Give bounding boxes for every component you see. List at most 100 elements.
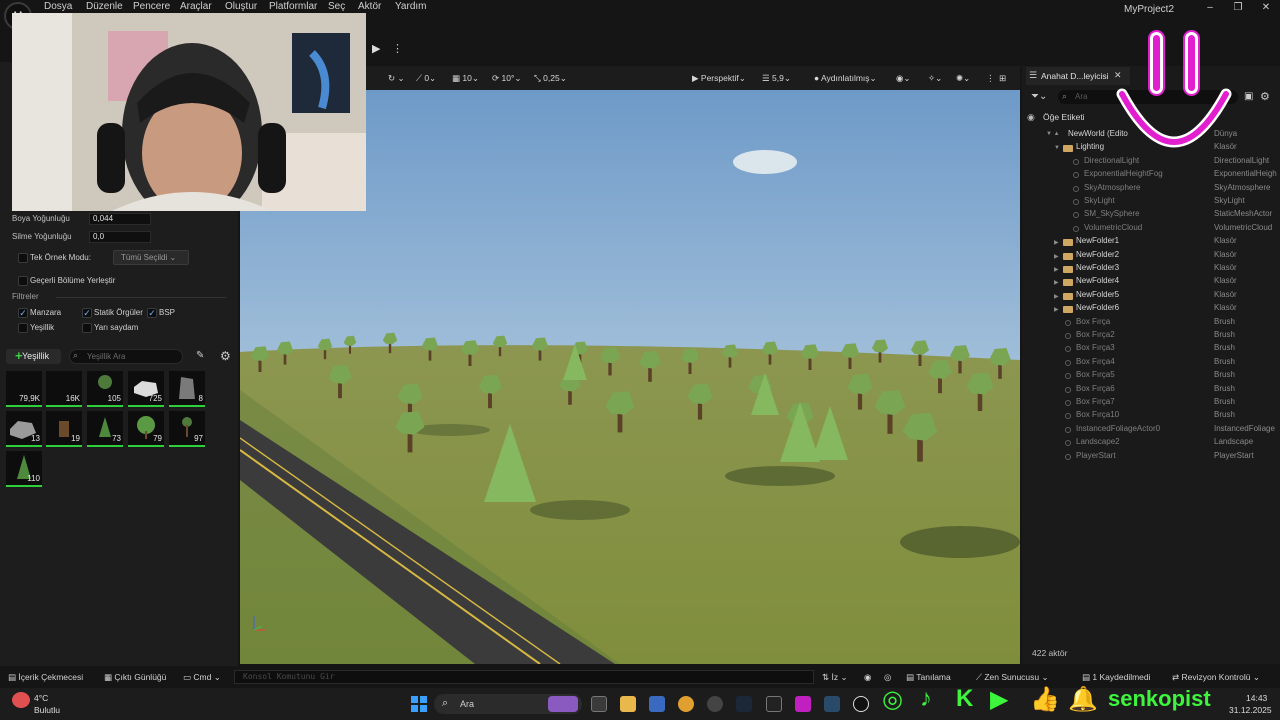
layout-icon[interactable]: ⊞ xyxy=(999,73,1006,84)
expand-arrow-icon[interactable]: ▶ xyxy=(1054,253,1059,260)
more-options-icon[interactable]: ⋮ xyxy=(392,42,403,55)
filter-translucent-checkbox[interactable] xyxy=(82,323,92,333)
weather-icon[interactable] xyxy=(12,692,30,708)
rotate-snap-icon[interactable]: ↻ ⌄ xyxy=(388,73,405,84)
close-icon[interactable]: ✕ xyxy=(1256,2,1276,14)
scale-snap-button[interactable]: ⤡ 0,25⌄ xyxy=(534,73,567,84)
minimize-icon[interactable]: – xyxy=(1200,2,1220,14)
settings-icon[interactable]: ✺⌄ xyxy=(956,73,970,84)
foliage-tile[interactable]: 79,9K xyxy=(6,371,42,407)
rotation-snap-button[interactable]: ⟳ 10°⌄ xyxy=(492,73,521,84)
broadcast-icon[interactable]: ◎ xyxy=(884,672,891,683)
outliner-row[interactable] xyxy=(1022,317,1280,329)
filter-icon[interactable]: ⏷⌄ xyxy=(1031,91,1047,102)
zen-server-button[interactable]: ⟋ Zen Sunucusu ⌄ xyxy=(976,672,1049,683)
menu-help[interactable]: Yardım xyxy=(395,1,427,12)
outliner-row[interactable] xyxy=(1022,263,1280,275)
foliage-tile[interactable]: 73 xyxy=(87,411,123,447)
filter-foliage-checkbox[interactable] xyxy=(18,323,28,333)
outliner-row[interactable] xyxy=(1022,236,1280,248)
outliner-row[interactable] xyxy=(1022,276,1280,288)
filter-static-mesh-checkbox[interactable]: ✓ xyxy=(82,308,92,318)
menu-tools[interactable]: Araçlar xyxy=(180,1,212,12)
menu-file[interactable]: Dosya xyxy=(44,1,72,12)
eye-icon[interactable]: ◉⌄ xyxy=(896,73,911,84)
filter-landscape-checkbox[interactable]: ✓ xyxy=(18,308,28,318)
expand-arrow-icon[interactable]: ▶ xyxy=(1054,239,1059,246)
expand-arrow-icon[interactable]: ▶ xyxy=(1054,306,1059,313)
chrome-icon[interactable] xyxy=(678,696,694,712)
epic-games-icon[interactable] xyxy=(766,696,782,712)
outliner-row[interactable] xyxy=(1022,357,1280,369)
github-icon[interactable] xyxy=(707,696,723,712)
brush-icon[interactable]: ✎ xyxy=(196,350,204,361)
menu-platforms[interactable]: Platformlar xyxy=(269,1,317,12)
foliage-tile[interactable]: 16K xyxy=(46,371,82,407)
outliner-row[interactable] xyxy=(1022,290,1280,302)
item-label-column[interactable]: Öğe Etiketi xyxy=(1043,112,1085,122)
add-folder-icon[interactable]: ▣ xyxy=(1244,91,1253,102)
realtime-icon[interactable]: ✧⌄ xyxy=(928,73,942,84)
foliage-tile[interactable]: 19 xyxy=(46,411,82,447)
menu-create[interactable]: Oluştur xyxy=(225,1,257,12)
windows-start-icon[interactable] xyxy=(411,696,427,712)
trace-button[interactable]: ⇅ İz ⌄ xyxy=(822,672,848,683)
world-icon[interactable]: ▼ ▲ xyxy=(1046,131,1060,137)
eye-icon[interactable]: ◉ xyxy=(1027,112,1035,123)
diagnostics-button[interactable]: ▤ Tanılama xyxy=(906,672,951,683)
foliage-tile[interactable]: 110 xyxy=(6,451,42,487)
app-icon[interactable] xyxy=(795,696,811,712)
camera-speed-button[interactable]: ☰ 5,9⌄ xyxy=(762,73,791,84)
output-log-button[interactable]: ▦ Çıktı Günlüğü xyxy=(104,672,166,683)
play-icon[interactable]: ▶ xyxy=(372,42,386,56)
expand-arrow-icon[interactable]: ▶ xyxy=(1054,279,1059,286)
foliage-tile[interactable]: 13 xyxy=(6,411,42,447)
gear-icon[interactable]: ⚙ xyxy=(1260,90,1270,103)
revision-control-button[interactable]: ⇄ Revizyon Kontrolü ⌄ xyxy=(1172,672,1260,683)
expand-arrow-icon[interactable]: ▶ xyxy=(1054,266,1059,273)
outliner-row[interactable] xyxy=(1022,303,1280,315)
store-icon[interactable] xyxy=(649,696,665,712)
steam-icon[interactable] xyxy=(736,696,752,712)
menu-select[interactable]: Seç xyxy=(328,1,345,12)
gear-icon[interactable]: ⚙ xyxy=(220,349,231,363)
viewport-menu-icon[interactable]: ⋮ xyxy=(986,73,995,84)
view-mode-button[interactable]: ▶ Perspektif⌄ xyxy=(692,73,746,84)
erase-density-field[interactable]: 0,0 xyxy=(89,231,151,243)
foliage-tile[interactable]: 97 xyxy=(169,411,205,447)
foliage-tile[interactable]: 105 xyxy=(87,371,123,407)
steam-alt-icon[interactable] xyxy=(824,696,840,712)
outliner-row[interactable] xyxy=(1022,384,1280,396)
lighting-mode-button[interactable]: ● Aydınlatılmış⌄ xyxy=(814,73,877,84)
content-drawer-button[interactable]: ▤ İçerik Çekmecesi xyxy=(8,672,83,683)
foliage-tile[interactable]: 8 xyxy=(169,371,205,407)
menu-edit[interactable]: Düzenle xyxy=(86,1,123,12)
expand-arrow-icon[interactable]: ▼ xyxy=(1054,145,1060,151)
console-command-input[interactable]: Konsol Komutunu Gir xyxy=(234,670,814,684)
expand-arrow-icon[interactable]: ▶ xyxy=(1054,293,1059,300)
paint-density-field[interactable]: 0,044 xyxy=(89,213,151,225)
surface-snap-button[interactable]: ⟋ 0⌄ xyxy=(416,73,436,84)
maximize-icon[interactable]: ❐ xyxy=(1228,2,1248,14)
menu-window[interactable]: Pencere xyxy=(133,1,170,12)
filter-bsp-checkbox[interactable]: ✓ xyxy=(147,308,157,318)
foliage-tile[interactable]: 725 xyxy=(128,371,164,407)
single-instance-checkbox[interactable] xyxy=(18,253,28,263)
cmd-button[interactable]: ▭ Cmd ⌄ xyxy=(183,672,221,683)
foliage-tile[interactable]: 79 xyxy=(128,411,164,447)
outliner-row[interactable] xyxy=(1022,370,1280,382)
outliner-row[interactable] xyxy=(1022,250,1280,262)
derived-data-icon[interactable]: ◉ xyxy=(864,672,871,683)
outliner-row[interactable] xyxy=(1022,397,1280,409)
outliner-row[interactable] xyxy=(1022,410,1280,422)
menu-actor[interactable]: Aktör xyxy=(358,1,381,12)
outliner-row[interactable] xyxy=(1022,343,1280,355)
place-current-level-checkbox[interactable] xyxy=(18,276,28,286)
single-instance-dropdown[interactable]: Tümü Seçildi ⌄ xyxy=(113,250,189,265)
unsaved-button[interactable]: ▤ 1 Kaydedilmedi xyxy=(1082,672,1151,683)
grid-snap-button[interactable]: ▦ 10⌄ xyxy=(452,73,479,84)
task-view-icon[interactable] xyxy=(591,696,607,712)
foliage-search-input[interactable]: Yeşillik Ara xyxy=(69,349,183,364)
unreal-taskbar-icon[interactable] xyxy=(853,696,869,712)
file-explorer-icon[interactable] xyxy=(620,696,636,712)
